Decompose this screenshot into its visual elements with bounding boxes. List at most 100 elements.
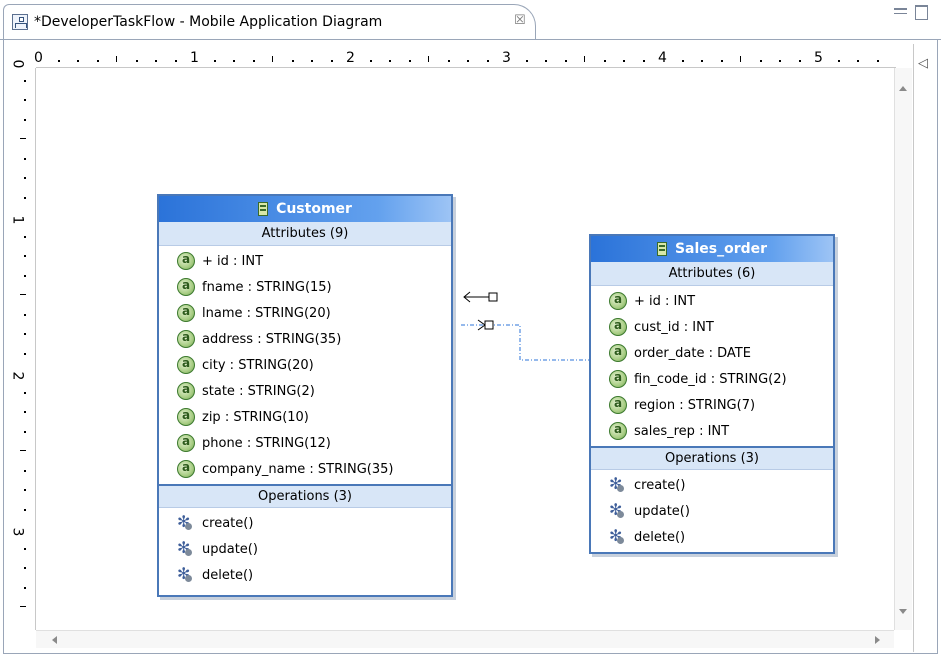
attribute-icon bbox=[609, 292, 627, 310]
attribute-row[interactable]: phone : STRING(12) bbox=[159, 430, 451, 456]
sales-order-attributes-title[interactable]: Attributes (6) bbox=[591, 262, 833, 286]
ruler-tick bbox=[24, 79, 26, 82]
customer-class[interactable]: Customer Attributes (9) + id : INT fname … bbox=[157, 194, 453, 597]
ruler-tick bbox=[24, 274, 26, 277]
ruler-tick bbox=[428, 56, 429, 62]
attribute-row[interactable]: region : STRING(7) bbox=[591, 392, 833, 418]
operation-row[interactable]: update() bbox=[159, 536, 451, 562]
attribute-row[interactable]: state : STRING(2) bbox=[159, 378, 451, 404]
attribute-row[interactable]: + id : INT bbox=[591, 288, 833, 314]
ruler-tick bbox=[20, 294, 26, 295]
collapse-palette-icon[interactable]: ◁ bbox=[918, 56, 928, 71]
editor-tab-title: *DeveloperTaskFlow - Mobile Application … bbox=[34, 14, 383, 30]
ruler-label: 4 bbox=[658, 50, 667, 66]
attribute-row[interactable]: + id : INT bbox=[159, 248, 451, 274]
ruler-tick bbox=[272, 56, 273, 62]
attribute-row[interactable]: zip : STRING(10) bbox=[159, 404, 451, 430]
attribute-row[interactable]: address : STRING(35) bbox=[159, 326, 451, 352]
attribute-label: fname : STRING(15) bbox=[202, 279, 332, 295]
ruler-tick bbox=[77, 60, 79, 62]
ruler-tick bbox=[24, 411, 26, 413]
sales-order-header[interactable]: Sales_order bbox=[591, 236, 833, 262]
scroll-left-icon[interactable] bbox=[52, 636, 57, 644]
ruler-tick bbox=[20, 138, 26, 139]
ruler-tick bbox=[24, 352, 26, 355]
operation-row[interactable]: delete() bbox=[159, 562, 451, 588]
ruler-tick bbox=[740, 56, 741, 62]
operation-label: update() bbox=[202, 541, 258, 557]
operation-row[interactable]: delete() bbox=[591, 524, 833, 550]
ruler-tick bbox=[24, 567, 26, 569]
attribute-icon bbox=[609, 318, 627, 336]
customer-operations-title[interactable]: Operations (3) bbox=[159, 484, 451, 508]
attribute-row[interactable]: city : STRING(20) bbox=[159, 352, 451, 378]
customer-attributes-title[interactable]: Attributes (9) bbox=[159, 222, 451, 246]
editor-tab[interactable]: *DeveloperTaskFlow - Mobile Application … bbox=[3, 4, 536, 40]
class-icon bbox=[258, 202, 269, 216]
attribute-label: fin_code_id : STRING(2) bbox=[634, 371, 787, 387]
ruler-tick bbox=[311, 60, 313, 62]
attribute-label: company_name : STRING(35) bbox=[202, 461, 394, 477]
ruler-tick bbox=[24, 99, 26, 101]
ruler-tick bbox=[24, 586, 26, 589]
attribute-icon bbox=[177, 304, 195, 322]
ruler-tick bbox=[603, 60, 606, 62]
operation-label: delete() bbox=[634, 529, 686, 545]
ruler-tick bbox=[701, 60, 703, 62]
operation-icon bbox=[177, 512, 195, 532]
ruler-tick bbox=[233, 60, 235, 62]
ruler-tick bbox=[408, 60, 411, 62]
operation-label: update() bbox=[634, 503, 690, 519]
ruler-tick bbox=[623, 60, 625, 62]
horizontal-scrollbar[interactable] bbox=[36, 630, 894, 648]
ruler-tick bbox=[330, 60, 333, 62]
attribute-row[interactable]: fname : STRING(15) bbox=[159, 274, 451, 300]
operation-icon bbox=[177, 538, 195, 558]
ruler-tick bbox=[96, 60, 99, 62]
operation-row[interactable]: create() bbox=[591, 472, 833, 498]
ruler-tick bbox=[720, 60, 723, 62]
close-icon[interactable]: ☒ bbox=[514, 13, 526, 28]
operation-label: delete() bbox=[202, 567, 254, 583]
ruler-tick bbox=[24, 157, 26, 160]
diagram-icon bbox=[12, 14, 28, 30]
operation-row[interactable]: update() bbox=[591, 498, 833, 524]
customer-header[interactable]: Customer bbox=[159, 196, 451, 222]
attribute-row[interactable]: sales_rep : INT bbox=[591, 418, 833, 444]
scroll-down-icon[interactable] bbox=[899, 609, 907, 614]
ruler-label: 5 bbox=[814, 50, 823, 66]
attribute-row[interactable]: order_date : DATE bbox=[591, 340, 833, 366]
attribute-label: phone : STRING(12) bbox=[202, 435, 331, 451]
attribute-row[interactable]: fin_code_id : STRING(2) bbox=[591, 366, 833, 392]
ruler-tick bbox=[20, 606, 26, 607]
ruler-tick bbox=[564, 60, 567, 62]
sales-order-class[interactable]: Sales_order Attributes (6) + id : INT cus… bbox=[589, 234, 835, 554]
attribute-row[interactable]: lname : STRING(20) bbox=[159, 300, 451, 326]
ruler-tick bbox=[291, 60, 294, 62]
attribute-row[interactable]: company_name : STRING(35) bbox=[159, 456, 451, 482]
scroll-right-icon[interactable] bbox=[875, 636, 880, 644]
attribute-label: + id : INT bbox=[634, 293, 696, 309]
attribute-label: + id : INT bbox=[202, 253, 264, 269]
ruler-tick bbox=[24, 391, 26, 394]
ruler-tick bbox=[24, 547, 26, 550]
class-icon bbox=[656, 242, 667, 256]
operation-icon bbox=[609, 526, 627, 546]
operation-row[interactable]: create() bbox=[159, 510, 451, 536]
ruler-label: 2 bbox=[9, 371, 26, 381]
sales-order-operations-title[interactable]: Operations (3) bbox=[591, 446, 833, 470]
attribute-label: city : STRING(20) bbox=[202, 357, 314, 373]
ruler-tick bbox=[135, 60, 138, 62]
ruler-tick bbox=[389, 60, 391, 62]
maximize-icon[interactable] bbox=[915, 5, 928, 20]
ruler-tick bbox=[24, 489, 26, 491]
vertical-scrollbar[interactable] bbox=[894, 68, 912, 630]
operation-icon bbox=[177, 564, 195, 584]
ruler-tick bbox=[759, 60, 762, 62]
attribute-row[interactable]: cust_id : INT bbox=[591, 314, 833, 340]
sales-order-attributes: + id : INT cust_id : INT order_date : DATE… bbox=[591, 286, 833, 446]
scroll-up-icon[interactable] bbox=[899, 86, 907, 91]
minimize-icon[interactable] bbox=[894, 8, 907, 14]
ruler-tick bbox=[174, 60, 177, 62]
operation-icon bbox=[609, 474, 627, 494]
